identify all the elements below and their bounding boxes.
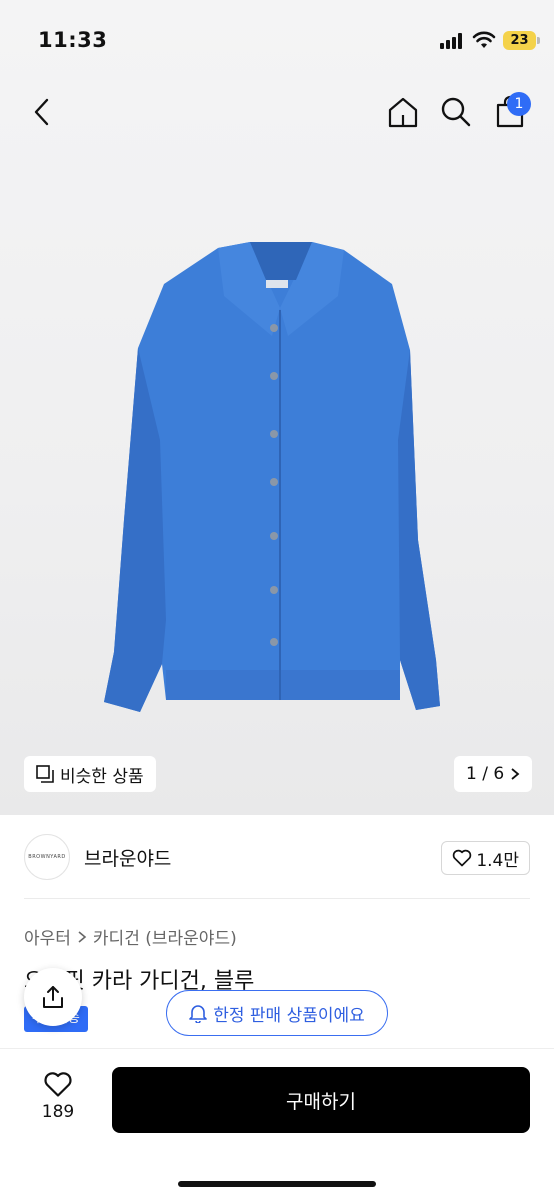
similar-items-button[interactable]: 비슷한 상품 <box>24 756 156 792</box>
product-image <box>104 242 440 712</box>
similar-items-label: 비슷한 상품 <box>60 766 144 787</box>
brand-like-count: 1.4만 <box>476 850 519 871</box>
search-button[interactable] <box>434 90 478 134</box>
breadcrumb-category[interactable]: 아우터 <box>24 924 71 949</box>
chevron-right-icon <box>78 930 87 943</box>
brand-like-button[interactable]: 1.4만 <box>441 841 530 875</box>
signal-icon <box>440 33 466 49</box>
share-button[interactable] <box>24 968 82 1026</box>
back-button[interactable] <box>20 90 64 134</box>
cart-count-badge: 1 <box>507 92 531 116</box>
product-gallery[interactable]: 11:33 23 1 비슷한 상품 1 / 6 <box>0 0 554 815</box>
wifi-icon <box>472 31 496 48</box>
breadcrumb: 아우터 카디건 (브라운야드) <box>24 924 237 949</box>
back-arrow-icon <box>34 98 49 126</box>
image-pager[interactable]: 1 / 6 <box>454 756 533 792</box>
toast-text: 한정 판매 상품이에요 <box>213 1005 365 1026</box>
heart-icon <box>453 849 472 867</box>
share-icon <box>43 986 63 1008</box>
breadcrumb-subcategory[interactable]: 카디건 (브라운야드) <box>93 924 237 949</box>
home-indicator <box>178 1181 376 1187</box>
brand-name[interactable]: 브라운야드 <box>84 844 171 871</box>
top-nav <box>0 86 554 142</box>
limited-sale-toast[interactable]: 한정 판매 상품이에요 <box>166 990 388 1036</box>
copy-icon <box>36 765 54 783</box>
wish-button[interactable]: 189 <box>28 1071 88 1122</box>
status-time: 11:33 <box>38 28 108 52</box>
chevron-right-icon <box>511 768 520 780</box>
bell-icon <box>189 1005 208 1023</box>
status-bar: 11:33 23 <box>0 0 554 80</box>
wish-count: 189 <box>41 1102 75 1122</box>
pager-text: 1 / 6 <box>466 764 505 784</box>
search-icon <box>441 97 471 127</box>
home-icon <box>388 97 418 128</box>
brand-row[interactable]: BROWNYARD 브라운야드 1.4만 <box>24 833 530 881</box>
heart-icon <box>44 1072 72 1097</box>
bottom-action-bar: 189 구매하기 <box>0 1048 554 1200</box>
buy-button[interactable]: 구매하기 <box>112 1067 530 1133</box>
battery-icon: 23 <box>503 31 540 50</box>
brand-logo[interactable]: BROWNYARD <box>24 834 70 880</box>
home-button[interactable] <box>381 90 425 134</box>
divider <box>24 898 530 899</box>
